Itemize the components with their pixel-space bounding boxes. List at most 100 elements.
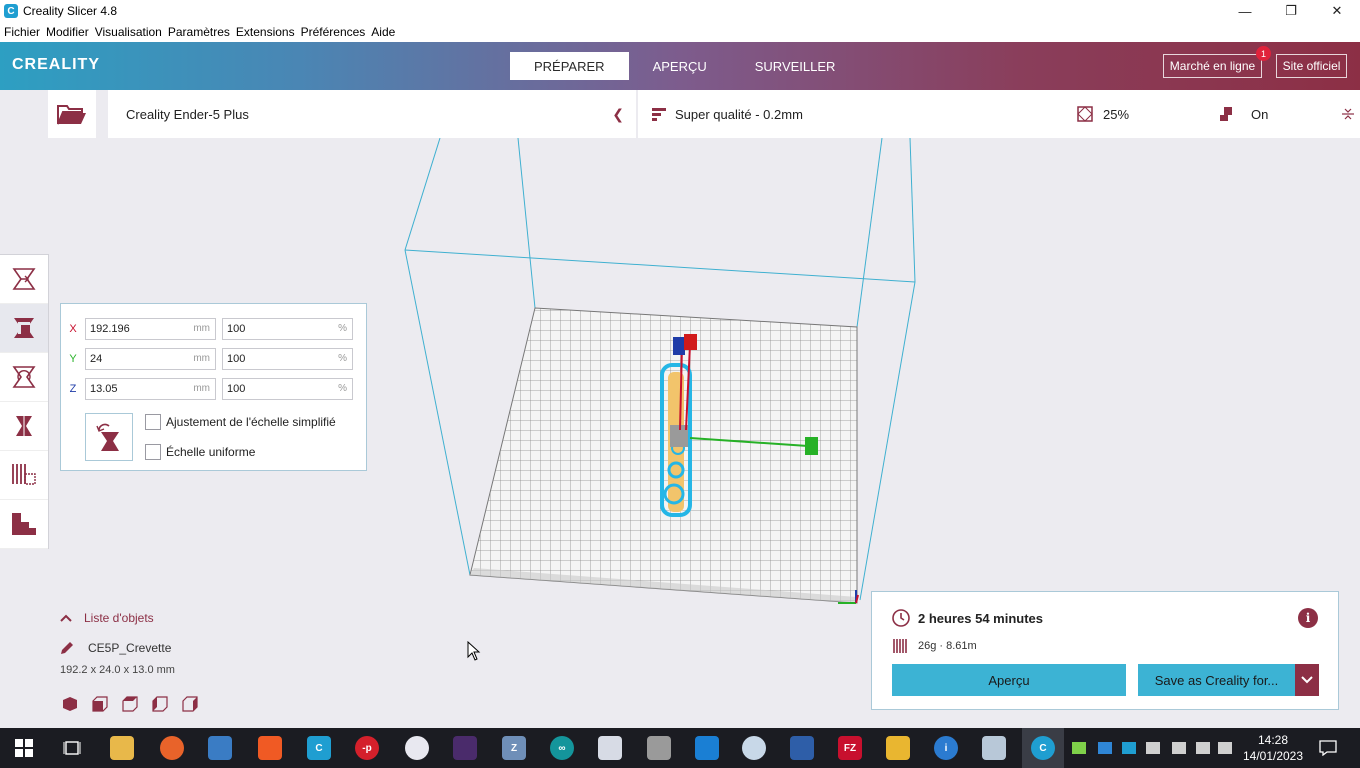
settings-collapse-icon[interactable] [1342,90,1354,138]
view-top-button[interactable] [122,694,152,714]
support-blocker-tool[interactable] [0,500,48,549]
scale-y-mm-input[interactable]: 24 mm [85,348,216,370]
menu-aide[interactable]: Aide [371,25,395,39]
infill-setting[interactable]: 25% [1077,90,1129,138]
save-options-button[interactable] [1295,664,1319,696]
gizmo-x-handle[interactable] [684,334,697,350]
support-setting[interactable]: On [1218,90,1268,138]
uniform-scaling-label: Échelle uniforme [166,445,256,459]
object-name-row[interactable]: CE5P_Crevette [60,638,171,658]
view-front-button[interactable] [92,694,122,714]
infill-icon [1077,106,1093,122]
notifications-icon[interactable] [1316,736,1340,760]
uniform-scaling-checkbox[interactable] [145,444,161,460]
menu-bar: Fichier Modifier Visualisation Paramètre… [0,22,1360,42]
scale-y-pct-input[interactable]: 100 % [222,348,353,370]
menu-parametres[interactable]: Paramètres [168,25,230,39]
title-bar: C Creality Slicer 4.8 — ❐ ✕ [0,0,1360,22]
tab-apercu[interactable]: APERÇU [629,52,731,80]
security-icon[interactable] [1146,742,1160,754]
print-settings-bar[interactable]: Super qualité - 0.2mm 25% On [638,90,1360,138]
camera-view-buttons [62,694,212,714]
close-button[interactable]: ✕ [1314,0,1360,22]
file-explorer-icon[interactable] [110,736,134,760]
view-3d-button[interactable] [62,694,92,714]
view-right-button[interactable] [182,694,212,714]
app-p-icon[interactable]: -p [355,736,379,760]
snap-scaling-option[interactable]: Ajustement de l'échelle simplifié [145,413,336,431]
arduino-icon[interactable]: ∞ [550,736,574,760]
save-button[interactable]: Save as Creality for... [1138,664,1295,696]
brave-icon[interactable] [258,736,282,760]
profile-label: Super qualité - 0.2mm [675,106,803,122]
app-cube-icon[interactable] [598,736,622,760]
object-list-toggle[interactable]: Liste d'objets [60,608,154,628]
stack-app-icon[interactable] [886,736,910,760]
scale-x-mm-input[interactable]: 192.196 mm [85,318,216,340]
chip-app-icon[interactable] [647,736,671,760]
tray-app-icon[interactable] [1072,742,1086,754]
chevron-left-icon[interactable]: ❮ [612,106,624,123]
system-clock[interactable]: 14:28 14/01/2023 [1240,732,1306,764]
tab-surveiller[interactable]: SURVEILLER [731,52,860,80]
window-app-icon[interactable] [790,736,814,760]
marketplace-button[interactable]: Marché en ligne [1163,54,1262,78]
gizmo-z-handle[interactable] [673,337,685,355]
view-left-button[interactable] [152,694,182,714]
menu-extensions[interactable]: Extensions [236,25,295,39]
scale-x-mm-value: 192.196 [90,323,130,335]
firefox-icon[interactable] [160,736,184,760]
support-blocker-icon [12,513,36,535]
bluetooth-icon[interactable] [1098,742,1112,754]
menu-modifier[interactable]: Modifier [46,25,89,39]
creality-taskbar-icon[interactable]: C [307,736,331,760]
scale-z-pct-input[interactable]: 100 % [222,378,353,400]
axis-y-label: Y [69,353,77,365]
monitor-app-icon[interactable] [982,736,1006,760]
support-icon [1220,107,1232,121]
maximize-button[interactable]: ❐ [1268,0,1314,22]
info-app-icon[interactable]: i [934,736,958,760]
creality-active-task[interactable]: C [1022,728,1064,768]
menu-fichier[interactable]: Fichier [4,25,40,39]
move-tool[interactable] [0,255,48,304]
snap-scaling-checkbox[interactable] [145,414,161,430]
profile-selector[interactable]: Super qualité - 0.2mm [652,90,803,138]
preview-button[interactable]: Aperçu [892,664,1126,696]
gizmo-y-handle[interactable] [805,437,818,455]
printer-selector[interactable]: Creality Ender-5 Plus ❮ [108,90,636,138]
control-panel-icon[interactable] [208,736,232,760]
tray-creality-icon[interactable] [1122,742,1136,754]
print-time: 2 heures 54 minutes [918,610,1043,626]
official-site-button[interactable]: Site officiel [1276,54,1347,78]
scale-x-pct-input[interactable]: 100 % [222,318,353,340]
volume-icon[interactable] [1218,742,1232,754]
pencil-icon [61,642,73,654]
usb-icon[interactable] [1172,742,1186,754]
rotate-tool[interactable] [0,353,48,402]
menu-visualisation[interactable]: Visualisation [95,25,162,39]
scale-row-z: Z 13.05 mm 100 % [61,378,353,400]
scale-z-mm-input[interactable]: 13.05 mm [85,378,216,400]
network-app-icon[interactable] [405,736,429,760]
wifi-icon[interactable] [1196,742,1210,754]
open-file-button[interactable] [48,90,96,138]
mirror-tool[interactable] [0,402,48,451]
folder-icon [57,105,86,125]
menu-preferences[interactable]: Préférences [301,25,366,39]
tab-preparer[interactable]: PRÉPARER [510,52,629,80]
search-app-icon[interactable] [742,736,766,760]
windows-start-icon[interactable] [12,736,36,760]
task-view-icon[interactable] [60,736,84,760]
filezilla-icon[interactable]: FZ [838,736,862,760]
info-icon[interactable]: i [1298,608,1318,628]
per-model-settings-tool[interactable] [0,451,48,500]
reset-scale-button[interactable] [85,413,133,461]
app-purple-icon[interactable] [453,736,477,760]
print-info-panel: 2 heures 54 minutes 26g · 8.61m i Aperçu… [871,591,1339,710]
vscode-icon[interactable] [695,736,719,760]
scale-tool[interactable] [0,304,48,353]
minimize-button[interactable]: — [1222,0,1268,22]
uniform-scaling-option[interactable]: Échelle uniforme [145,443,255,461]
app-z-icon[interactable]: Z [502,736,526,760]
